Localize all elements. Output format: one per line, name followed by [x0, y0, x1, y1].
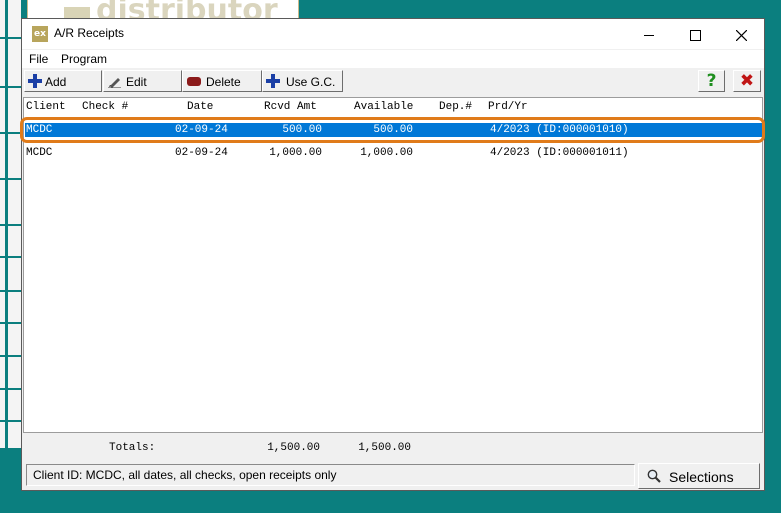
status-bar: Client ID: MCDC, all dates, all checks, …	[26, 464, 635, 486]
use-gc-button-label: Use G.C.	[286, 75, 336, 89]
delete-button-label: Delete	[206, 75, 241, 89]
column-header-rcvd-amt[interactable]: Rcvd Amt	[264, 101, 317, 113]
help-icon: ?	[706, 71, 717, 91]
totals-bar: Totals: 1,500.00 1,500.00	[23, 433, 763, 463]
toolbar: Add Edit Delete Use G.C. ? ✖	[22, 69, 764, 95]
ar-receipts-window: ex A/R Receipts File Program Add Edit De…	[20, 18, 765, 491]
delete-button[interactable]: Delete	[182, 70, 262, 92]
help-button[interactable]: ?	[698, 70, 725, 92]
exit-button[interactable]: ✖	[733, 70, 761, 92]
receipts-list[interactable]: Client Check # Date Rcvd Amt Available D…	[20, 97, 765, 433]
cell-available: 1,000.00	[360, 147, 413, 159]
title-bar[interactable]: ex A/R Receipts	[22, 19, 764, 49]
cell-prd-yr: 4/2023 (ID:000001011)	[490, 147, 629, 159]
window-title: A/R Receipts	[54, 26, 125, 40]
totals-available: 1,500.00	[358, 442, 411, 454]
column-header-client[interactable]: Client	[26, 101, 66, 113]
plus-icon	[266, 74, 280, 88]
cell-rcvd-amt: 1,000.00	[269, 147, 322, 159]
column-header-dep[interactable]: Dep.#	[439, 101, 472, 113]
column-header-available[interactable]: Available	[354, 101, 413, 113]
maximize-button[interactable]	[672, 19, 718, 49]
magnifier-icon	[647, 469, 661, 483]
selections-button[interactable]: Selections	[638, 463, 760, 489]
cell-client: MCDC	[26, 147, 53, 159]
cell-rcvd-amt: 500.00	[282, 124, 322, 136]
cell-client: MCDC	[26, 124, 53, 136]
cell-prd-yr: 4/2023 (ID:000001010)	[490, 124, 629, 136]
totals-rcvd-amt: 1,500.00	[267, 442, 320, 454]
column-header-date[interactable]: Date	[187, 101, 213, 113]
close-icon	[735, 29, 747, 42]
exit-icon: ✖	[739, 71, 755, 91]
cell-available: 500.00	[373, 124, 413, 136]
edit-button-label: Edit	[126, 75, 147, 89]
totals-label: Totals:	[109, 442, 156, 454]
edit-button[interactable]: Edit	[103, 70, 182, 92]
background-app-strip	[0, 0, 21, 448]
use-gc-button[interactable]: Use G.C.	[262, 70, 343, 92]
selections-button-label: Selections	[669, 469, 734, 485]
maximize-icon	[689, 29, 701, 41]
pencil-icon	[108, 78, 121, 88]
column-header-check[interactable]: Check #	[82, 101, 128, 113]
status-text: Client ID: MCDC, all dates, all checks, …	[33, 468, 337, 482]
column-header-prd-yr[interactable]: Prd/Yr	[488, 101, 528, 113]
table-row[interactable]: MCDC 02-09-24 500.00 500.00 4/2023 (ID:0…	[20, 117, 765, 143]
menu-file[interactable]: File	[29, 52, 48, 66]
add-button-label: Add	[45, 75, 67, 89]
cell-date: 02-09-24	[175, 124, 228, 136]
cell-date: 02-09-24	[175, 147, 228, 159]
table-row[interactable]: MCDC 02-09-24 1,000.00 1,000.00 4/2023 (…	[25, 146, 763, 160]
minimize-icon	[644, 34, 654, 36]
menu-bar: File Program	[22, 50, 764, 68]
menu-program[interactable]: Program	[61, 52, 107, 66]
eraser-icon	[187, 77, 201, 86]
app-icon: ex	[32, 26, 48, 42]
add-button[interactable]: Add	[24, 70, 102, 92]
plus-icon	[28, 74, 42, 88]
close-button[interactable]	[718, 19, 764, 49]
minimize-button[interactable]	[626, 19, 672, 49]
